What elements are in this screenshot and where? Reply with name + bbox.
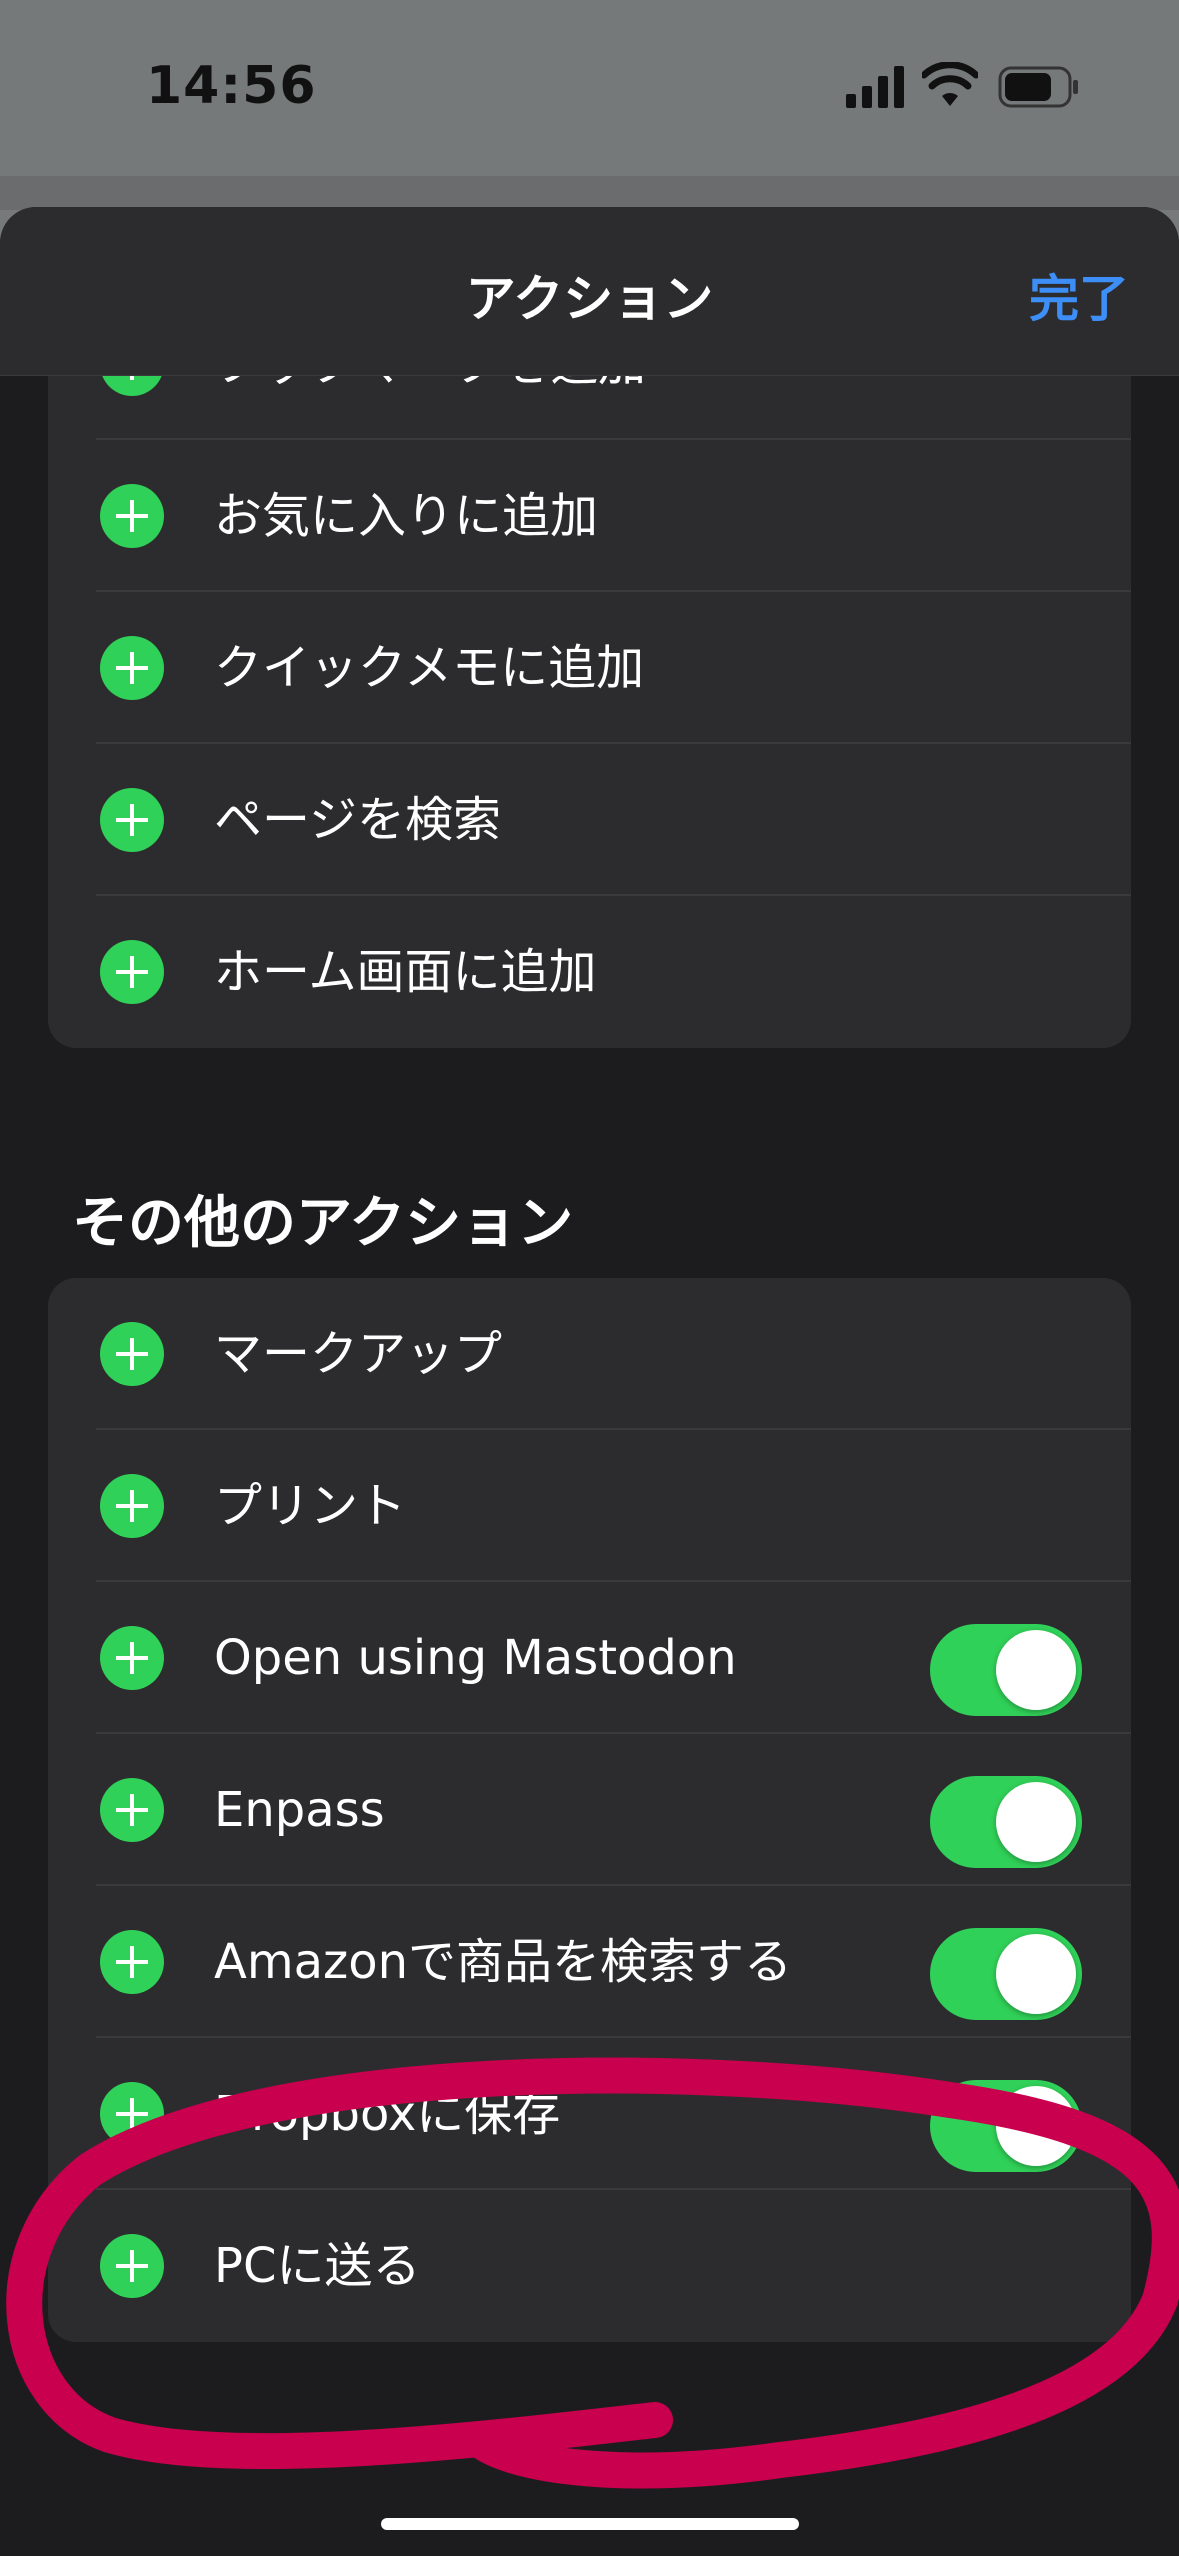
add-icon[interactable] bbox=[100, 788, 164, 852]
action-row-amazon-search[interactable]: Amazonで商品を検索する bbox=[48, 1886, 1131, 2038]
action-row-enpass[interactable]: Enpass bbox=[48, 1734, 1131, 1886]
action-label: Dropboxに保存 bbox=[214, 2086, 561, 2142]
toggle-knob bbox=[996, 1934, 1076, 2014]
toggle-knob bbox=[996, 1630, 1076, 1710]
toggle-switch-on[interactable] bbox=[930, 1928, 1082, 2020]
action-label: Amazonで商品を検索する bbox=[214, 1934, 792, 1990]
action-label: マークアップ bbox=[214, 1326, 503, 1382]
action-label: PCに送る bbox=[214, 2238, 421, 2294]
section-title-other-actions: その他のアクション bbox=[72, 1191, 574, 1256]
action-label: お気に入りに追加 bbox=[214, 488, 599, 544]
other-actions-group: マークアップ プリント Open using Mastodon Enpass A… bbox=[48, 1278, 1131, 2342]
wifi-icon bbox=[922, 62, 978, 106]
add-icon[interactable] bbox=[100, 484, 164, 548]
background-strip bbox=[0, 176, 1179, 210]
add-icon[interactable] bbox=[100, 636, 164, 700]
add-icon[interactable] bbox=[100, 1778, 164, 1842]
add-icon[interactable] bbox=[100, 1322, 164, 1386]
toggle-switch-on[interactable] bbox=[930, 2080, 1082, 2172]
toggle-switch-on[interactable] bbox=[930, 1776, 1082, 1868]
action-row-quick-note[interactable]: クイックメモに追加 bbox=[48, 592, 1131, 744]
add-icon[interactable] bbox=[100, 1474, 164, 1538]
action-label: プリント bbox=[214, 1478, 407, 1534]
done-button[interactable]: 完了 bbox=[1029, 259, 1129, 331]
status-time: 14:56 bbox=[146, 56, 317, 116]
action-row-add-favorite[interactable]: お気に入りに追加 bbox=[48, 440, 1131, 592]
action-label: Enpass bbox=[214, 1782, 385, 1838]
battery-icon bbox=[998, 66, 1078, 108]
add-icon[interactable] bbox=[100, 1930, 164, 1994]
home-indicator[interactable] bbox=[381, 2518, 799, 2530]
add-icon[interactable] bbox=[100, 2234, 164, 2298]
toggle-knob bbox=[996, 2086, 1076, 2166]
action-row-add-to-home[interactable]: ホーム画面に追加 bbox=[48, 896, 1131, 1048]
action-row-mastodon[interactable]: Open using Mastodon bbox=[48, 1582, 1131, 1734]
action-row-dropbox[interactable]: Dropboxに保存 bbox=[48, 2038, 1131, 2190]
toggle-knob bbox=[996, 1782, 1076, 1862]
action-label: Open using Mastodon bbox=[214, 1630, 737, 1686]
action-label: ホーム画面に追加 bbox=[214, 944, 597, 1000]
action-row-find-on-page[interactable]: ページを検索 bbox=[48, 744, 1131, 896]
add-icon[interactable] bbox=[100, 2082, 164, 2146]
actions-sheet: アクション 完了 ブックマークを追加 お気に入りに追加 クイックメモに追加 ペー… bbox=[0, 207, 1179, 2556]
action-label: ページを検索 bbox=[214, 792, 502, 848]
action-row-send-to-pc[interactable]: PCに送る bbox=[48, 2190, 1131, 2342]
action-row-markup[interactable]: マークアップ bbox=[48, 1278, 1131, 1430]
sheet-title: アクション bbox=[465, 270, 714, 328]
cellular-signal-icon bbox=[846, 66, 904, 108]
add-icon[interactable] bbox=[100, 1626, 164, 1690]
sheet-header: アクション 完了 bbox=[0, 207, 1179, 376]
action-label: クイックメモに追加 bbox=[214, 640, 645, 696]
add-icon[interactable] bbox=[100, 940, 164, 1004]
action-row-print[interactable]: プリント bbox=[48, 1430, 1131, 1582]
toggle-switch-on[interactable] bbox=[930, 1624, 1082, 1716]
